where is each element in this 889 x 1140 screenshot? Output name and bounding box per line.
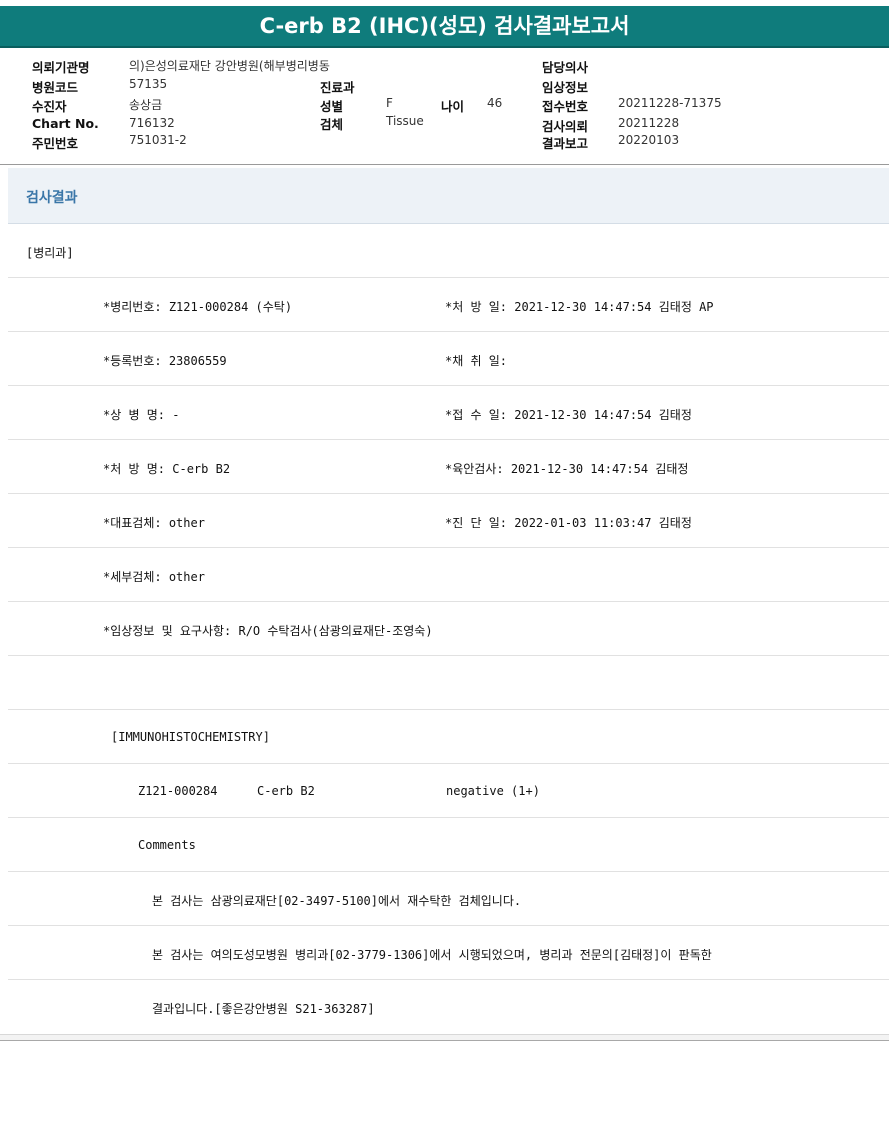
doctor-label: 담당의사 (542, 60, 589, 75)
result-row: *병리번호: Z121-000284 (수탁) *처 방 일: 2021-12-… (8, 278, 889, 332)
chart-no-label: Chart No. (32, 116, 99, 131)
result-row: *대표검체: other *진 단 일: 2022-01-03 11:03:47… (8, 494, 889, 548)
request-date-value: 20211228 (618, 116, 680, 130)
report-date-value: 20220103 (618, 133, 680, 147)
comment-text: 본 검사는 삼광의료재단[02-3497-5100]에서 재수탁한 검체입니다. (152, 894, 522, 908)
prescription-name: *처 방 명: C-erb B2 (103, 462, 231, 476)
clinical-info-label: 임상정보 (542, 80, 589, 95)
hospital-code-label: 병원코드 (32, 80, 79, 95)
result-row: *임상정보 및 요구사항: R/O 수탁검사(삼광의료재단-조영숙) (8, 602, 889, 656)
report-title: C-erb B2 (IHC)(성모) 검사결과보고서 (0, 6, 889, 48)
subject-value: 송상금 (129, 98, 163, 112)
ihc-case-no: Z121-000284 (138, 784, 218, 798)
specimen-value: Tissue (386, 114, 424, 128)
comment-text: 본 검사는 여의도성모병원 병리과[02-3779-1306]에서 시행되었으며… (152, 948, 712, 962)
diagnosis-date: *진 단 일: 2022-01-03 11:03:47 김태정 (445, 516, 692, 530)
receipt-no-label: 접수번호 (542, 99, 589, 114)
ihc-result-value: negative (1+) (446, 784, 540, 798)
prescription-date: *처 방 일: 2021-12-30 14:47:54 김태정 AP (445, 300, 714, 314)
clinical-request: *임상정보 및 요구사항: R/O 수탁검사(삼광의료재단-조영숙) (103, 624, 433, 638)
comment-text: 결과입니다.[좋은강안병원 S21-363287] (152, 1002, 375, 1016)
result-row: *상 병 명: - *접 수 일: 2021-12-30 14:47:54 김태… (8, 386, 889, 440)
age-label: 나이 (441, 99, 465, 114)
institution-label: 의뢰기관명 (32, 60, 90, 75)
pathology-no: *병리번호: Z121-000284 (수탁) (103, 300, 293, 314)
ihc-heading-row: [IMMUNOHISTOCHEMISTRY] (8, 710, 889, 764)
subject-label: 수진자 (32, 99, 67, 114)
result-section-title: 검사결과 (26, 190, 78, 206)
blank-row (8, 656, 889, 710)
rrn-label: 주민번호 (32, 136, 79, 151)
result-row: *처 방 명: C-erb B2 *육안검사: 2021-12-30 14:47… (8, 440, 889, 494)
age-value: 46 (487, 96, 503, 110)
department-label: [병리과] (26, 246, 74, 260)
representative-specimen: *대표검체: other (103, 516, 205, 530)
result-row: *등록번호: 23806559 *채 취 일: (8, 332, 889, 386)
dept-label: 진료과 (320, 80, 355, 95)
receipt-no-value: 20211228-71375 (618, 96, 722, 110)
comment-line: 본 검사는 여의도성모병원 병리과[02-3779-1306]에서 시행되었으며… (8, 926, 889, 980)
header-divider (0, 164, 889, 165)
chart-no-value: 716132 (129, 116, 175, 130)
department-row: [병리과] (8, 224, 889, 278)
receipt-date: *접 수 일: 2021-12-30 14:47:54 김태정 (445, 408, 692, 422)
rrn-value: 751031-2 (129, 133, 187, 147)
institution-value: 의)은성의료재단 강안병원(해부병리병동 (129, 59, 330, 73)
gross-exam-date: *육안검사: 2021-12-30 14:47:54 김태정 (445, 462, 689, 476)
ihc-result-row: Z121-000284 C-erb B2 negative (1+) (8, 764, 889, 818)
hospital-code-value: 57135 (129, 77, 168, 91)
comments-row: Comments (8, 818, 889, 872)
registration-no: *등록번호: 23806559 (103, 354, 227, 368)
ihc-heading: [IMMUNOHISTOCHEMISTRY] (111, 730, 270, 744)
result-row: *세부검체: other (8, 548, 889, 602)
result-panel: 검사결과 [병리과] *병리번호: Z121-000284 (수탁) *처 방 … (8, 168, 889, 1033)
comment-line: 결과입니다.[좋은강안병원 S21-363287] (8, 980, 889, 1033)
ihc-marker: C-erb B2 (257, 784, 315, 798)
report-date-label: 결과보고 (542, 136, 589, 151)
sex-value: F (386, 96, 393, 110)
comment-line: 본 검사는 삼광의료재단[02-3497-5100]에서 재수탁한 검체입니다. (8, 872, 889, 926)
footer-divider (0, 1034, 889, 1041)
comments-label: Comments (138, 838, 196, 852)
collection-date: *채 취 일: (445, 354, 508, 368)
sex-label: 성별 (320, 99, 344, 114)
detail-specimen: *세부검체: other (103, 570, 205, 584)
result-section-header: 검사결과 (8, 168, 889, 224)
diagnosis-name: *상 병 명: - (103, 408, 180, 422)
specimen-label: 검체 (320, 117, 344, 132)
